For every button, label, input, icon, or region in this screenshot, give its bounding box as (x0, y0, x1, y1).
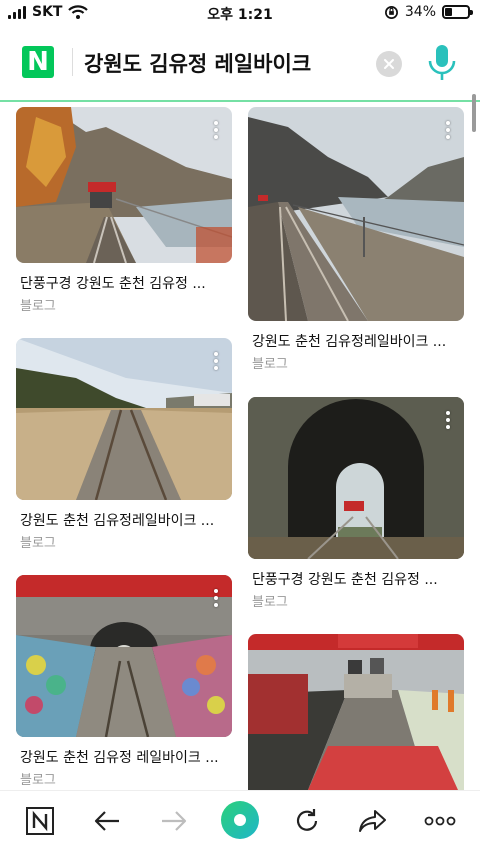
result-title[interactable]: 단풍구경 강원도 춘천 김유정 ... (20, 273, 206, 293)
back-button[interactable] (89, 803, 125, 839)
result-source: 블로그 (20, 536, 56, 551)
share-icon (359, 810, 386, 832)
close-icon (384, 59, 394, 69)
result-source: 블로그 (20, 773, 56, 788)
voice-search-button[interactable] (425, 43, 459, 83)
result-card[interactable] (248, 634, 464, 790)
back-arrow-icon (94, 811, 119, 831)
scrollbar[interactable] (472, 94, 476, 132)
result-source: 블로그 (20, 299, 56, 314)
result-card[interactable]: 단풍구경 강원도 춘천 김유정 ... 블로그 (16, 107, 232, 317)
result-title[interactable]: 단풍구경 강원도 춘천 김유정 ... (252, 569, 438, 589)
green-dot-button[interactable] (219, 799, 261, 841)
result-thumbnail[interactable] (248, 397, 464, 559)
result-thumbnail[interactable] (16, 107, 232, 263)
header-divider (72, 48, 73, 76)
more-options-icon[interactable] (214, 589, 218, 607)
result-card[interactable]: 강원도 춘천 김유정레일바이크 ... 블로그 (248, 107, 464, 377)
battery-icon (442, 5, 473, 19)
more-options-icon[interactable] (214, 352, 218, 370)
share-button[interactable] (355, 803, 391, 839)
bottom-toolbar (0, 790, 480, 854)
result-card[interactable]: 강원도 춘천 김유정 레일바이크 ... 블로그 (16, 575, 232, 790)
search-header: N 강원도 김유정 레일바이크 (0, 30, 480, 100)
result-thumbnail[interactable] (248, 634, 464, 790)
result-title[interactable]: 강원도 춘천 김유정레일바이크 ... (20, 510, 214, 530)
result-card[interactable]: 강원도 춘천 김유정레일바이크 ... 블로그 (16, 338, 232, 553)
header-underline (0, 100, 480, 102)
reload-icon (296, 809, 318, 831)
microphone-icon (428, 45, 456, 80)
status-right: 34% (384, 4, 473, 20)
result-source: 블로그 (252, 595, 288, 610)
green-dot-icon (221, 801, 259, 839)
forward-arrow-icon (162, 811, 187, 831)
result-title[interactable]: 강원도 춘천 김유정레일바이크 ... (252, 331, 446, 351)
naver-home-icon (26, 807, 54, 835)
reload-button[interactable] (289, 803, 325, 839)
result-thumbnail[interactable] (16, 338, 232, 500)
result-thumbnail[interactable] (248, 107, 464, 321)
battery-percent: 34% (404, 4, 436, 20)
more-icon (424, 816, 456, 826)
result-card[interactable]: 단풍구경 강원도 춘천 김유정 ... 블로그 (248, 397, 464, 612)
result-thumbnail[interactable] (16, 575, 232, 737)
battery-fill (445, 8, 452, 16)
search-input[interactable]: 강원도 김유정 레일바이크 (84, 48, 311, 78)
more-options-icon[interactable] (446, 121, 450, 139)
orientation-lock-icon (384, 5, 398, 19)
result-title[interactable]: 강원도 춘천 김유정 레일바이크 ... (20, 747, 219, 767)
forward-button[interactable] (156, 803, 192, 839)
result-source: 블로그 (252, 357, 288, 372)
status-bar: SKT 오후 1:21 34% (0, 0, 480, 28)
more-options-icon[interactable] (214, 121, 218, 139)
clear-button[interactable] (376, 51, 402, 77)
more-menu-button[interactable] (422, 803, 458, 839)
naver-home-button[interactable] (22, 803, 58, 839)
naver-logo[interactable]: N (22, 46, 54, 78)
more-options-icon[interactable] (446, 411, 450, 429)
